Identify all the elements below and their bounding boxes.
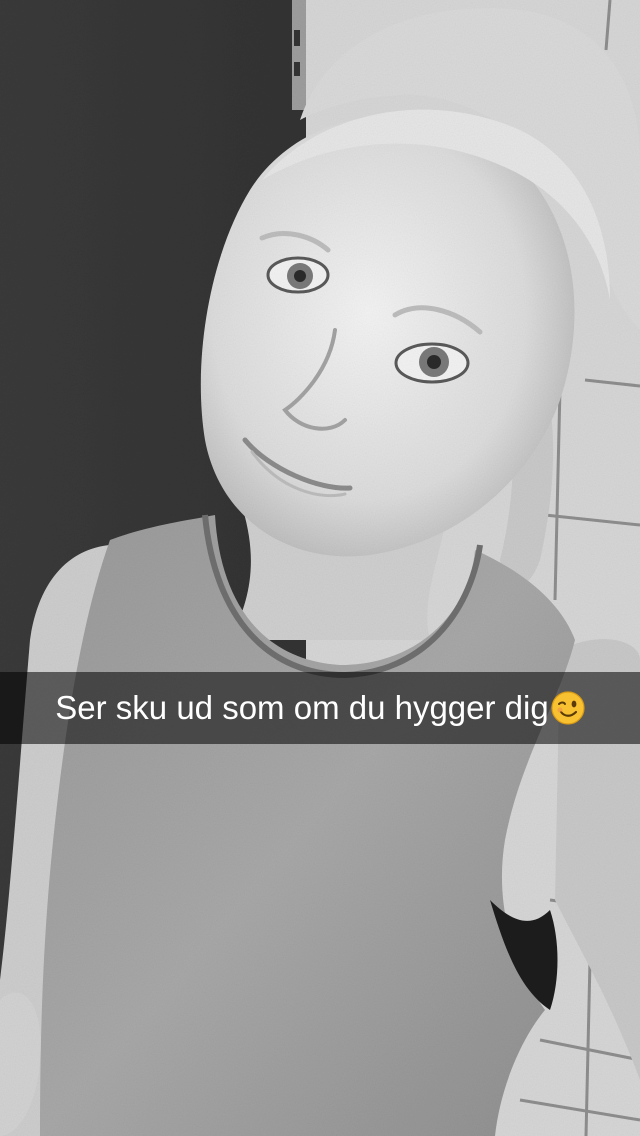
selfie-photo	[0, 0, 640, 1136]
snap-view[interactable]: Ser sku ud som om du hygger dig	[0, 0, 640, 1136]
caption-bar: Ser sku ud som om du hygger dig	[0, 672, 640, 744]
caption: Ser sku ud som om du hygger dig	[55, 672, 585, 744]
caption-text: Ser sku ud som om du hygger dig	[55, 689, 549, 726]
winking-face-icon	[551, 691, 585, 725]
